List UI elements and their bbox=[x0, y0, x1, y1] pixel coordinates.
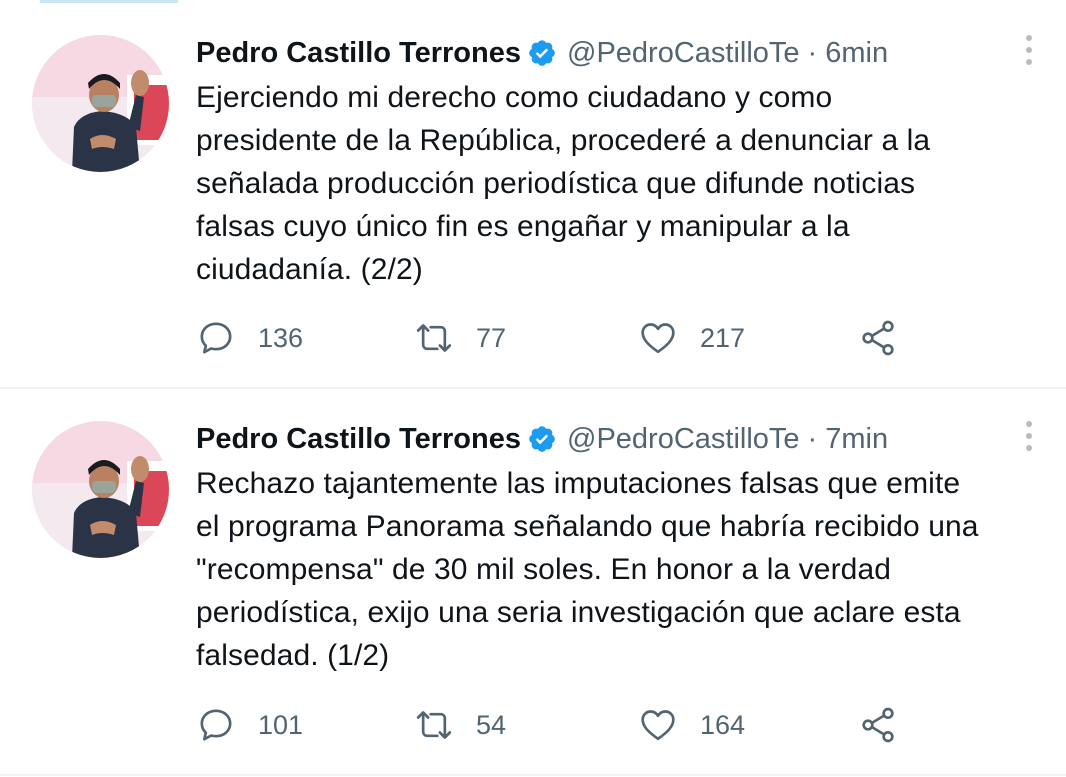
separator-dot: · bbox=[807, 36, 818, 69]
tweet-text: Ejerciendo mi derecho como ciudadano y c… bbox=[196, 76, 1046, 291]
tweet-text-line: Rechazo tajantemente las imputaciones fa… bbox=[196, 467, 961, 500]
timestamp[interactable]: 7min bbox=[825, 423, 888, 456]
like-count: 164 bbox=[700, 709, 746, 740]
author-name[interactable]: Pedro Castillo Terrones bbox=[196, 423, 521, 456]
retweet-button[interactable]: 77 bbox=[414, 316, 506, 360]
verified-badge-icon bbox=[527, 38, 557, 68]
retweet-count: 77 bbox=[476, 322, 507, 353]
like-icon bbox=[641, 323, 675, 354]
avatar-photo bbox=[32, 35, 169, 172]
author-name[interactable]: Pedro Castillo Terrones bbox=[196, 37, 521, 70]
share-icon bbox=[862, 320, 894, 356]
author-handle[interactable]: @PedroCastilloTe bbox=[567, 423, 800, 456]
tweet-text-line: periodística, exijo una seria investigac… bbox=[196, 596, 961, 629]
retweet-icon bbox=[416, 324, 452, 352]
reply-icon bbox=[200, 709, 232, 741]
reply-icon bbox=[200, 322, 232, 354]
tweet-text-line: falsedad. (1/2) bbox=[196, 639, 390, 672]
share-icon bbox=[862, 707, 894, 743]
tweet-divider bbox=[0, 774, 1066, 776]
more-options-icon[interactable] bbox=[1019, 416, 1039, 456]
top-accent-bar bbox=[40, 0, 178, 3]
like-button[interactable]: 164 bbox=[638, 703, 745, 747]
tweet-text-line: Ejerciendo mi derecho como ciudadano y c… bbox=[196, 81, 833, 114]
reply-count: 101 bbox=[258, 709, 304, 740]
tweet-text-line: ciudadanía. (2/2) bbox=[196, 253, 423, 286]
share-button[interactable] bbox=[858, 703, 898, 747]
tweet-actions: 136 77 217 bbox=[196, 316, 916, 360]
avatar[interactable] bbox=[32, 35, 169, 172]
like-icon bbox=[641, 710, 675, 741]
tweet-text-line: el programa Panorama señalando que habrí… bbox=[196, 510, 979, 543]
like-button[interactable]: 217 bbox=[638, 316, 745, 360]
author-handle[interactable]: @PedroCastilloTe bbox=[567, 37, 800, 70]
tweet-text-line: presidente de la República, procederé a … bbox=[196, 124, 931, 157]
more-options-icon[interactable] bbox=[1019, 30, 1039, 70]
tweet-header: Pedro Castillo Terrones @PedroCastilloTe… bbox=[196, 33, 888, 73]
tweet-divider bbox=[0, 387, 1066, 389]
tweet-actions: 101 54 164 bbox=[196, 703, 916, 747]
share-button[interactable] bbox=[858, 316, 898, 360]
tweet-text: Rechazo tajantemente las imputaciones fa… bbox=[196, 462, 1046, 677]
verified-badge-icon bbox=[527, 424, 557, 454]
retweet-button[interactable]: 54 bbox=[414, 703, 506, 747]
tweet-text-line: "recompensa" de 30 mil soles. En honor a… bbox=[196, 553, 892, 586]
separator-dot: · bbox=[807, 422, 818, 455]
retweet-icon bbox=[416, 711, 452, 739]
timestamp[interactable]: 6min bbox=[825, 37, 888, 70]
avatar-photo bbox=[32, 421, 169, 558]
reply-count: 136 bbox=[258, 322, 304, 353]
like-count: 217 bbox=[700, 322, 746, 353]
tweet-text-line: falsas cuyo único fin es engañar y manip… bbox=[196, 210, 850, 243]
retweet-count: 54 bbox=[476, 709, 507, 740]
avatar[interactable] bbox=[32, 421, 169, 558]
tweet-header: Pedro Castillo Terrones @PedroCastilloTe… bbox=[196, 419, 888, 459]
reply-button[interactable]: 101 bbox=[196, 703, 303, 747]
tweet-text-line: señalada producción periodística que dif… bbox=[196, 167, 916, 200]
reply-button[interactable]: 136 bbox=[196, 316, 303, 360]
